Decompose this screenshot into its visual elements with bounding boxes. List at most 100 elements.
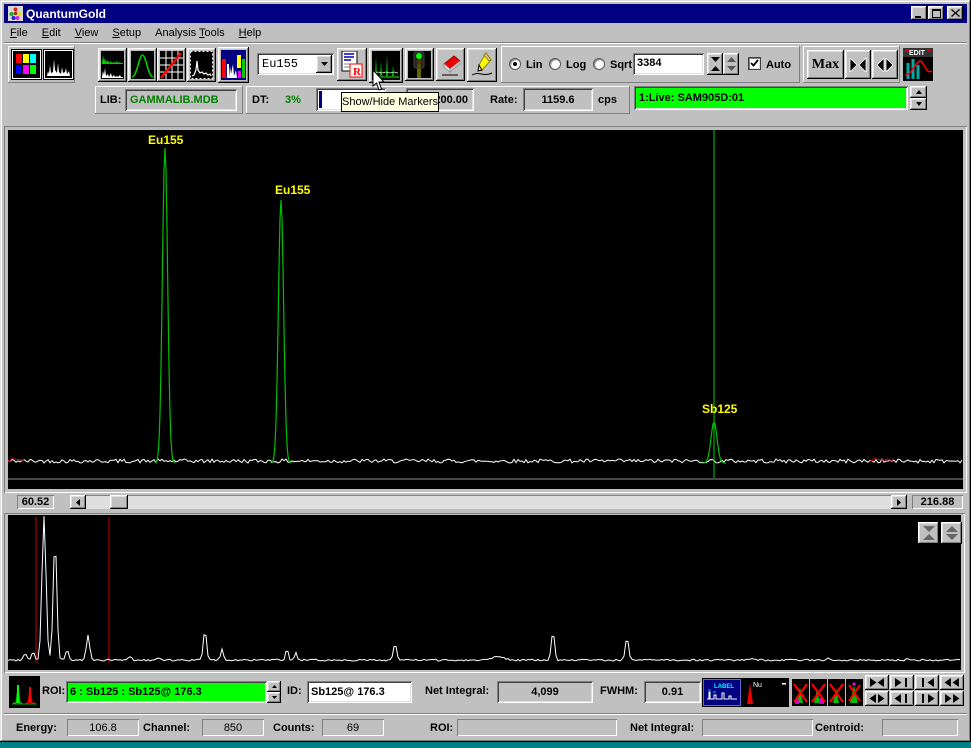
compare-spectra-button[interactable] xyxy=(98,48,127,82)
menu-file[interactable]: File xyxy=(4,25,36,41)
lin-radio[interactable] xyxy=(509,58,521,70)
acquire-button[interactable] xyxy=(405,48,434,81)
status-label-channel: Channel: xyxy=(143,722,190,734)
roi-select-value: 6 : Sb125 : Sb125@ 176.3 xyxy=(70,686,202,698)
roi-nav-button-6[interactable] xyxy=(915,691,939,706)
svg-text:Sb125: Sb125 xyxy=(702,402,738,416)
roi-nav-button-1[interactable] xyxy=(890,675,914,690)
delete-roi-button-1[interactable] xyxy=(792,679,809,706)
roi-nav-button-5[interactable] xyxy=(890,691,914,706)
max-button[interactable]: Max xyxy=(807,50,844,79)
label-button[interactable]: LABEL xyxy=(703,679,741,706)
mouse-cursor xyxy=(372,70,386,92)
roi-select[interactable]: 6 : Sb125 : Sb125@ 176.3 xyxy=(66,681,267,703)
status-field-channel: 850 xyxy=(202,719,264,736)
dropdown-arrow-button[interactable] xyxy=(316,55,332,73)
nuclide-id-button[interactable]: Nu xyxy=(742,679,764,706)
net-integral-value: 4,099 xyxy=(531,686,559,698)
status-label-netintegral: Net Integral: xyxy=(630,722,694,734)
scroll-left-button[interactable] xyxy=(70,495,86,509)
sample-up-button[interactable] xyxy=(910,86,927,98)
view-button-group xyxy=(8,46,75,83)
lib-label: LIB: xyxy=(100,94,121,106)
nuclide-dropdown-value: Eu155 xyxy=(262,57,298,71)
annotate-button[interactable] xyxy=(467,48,497,82)
maximize-button[interactable] xyxy=(928,6,944,20)
close-button[interactable] xyxy=(947,6,963,20)
id-value: Sb125@ 176.3 xyxy=(311,686,385,698)
roi-nav-button-0[interactable] xyxy=(865,675,889,690)
traffic-light-icon xyxy=(408,51,431,78)
sqrt-label: Sqrt xyxy=(610,59,632,71)
nuclide-dropdown[interactable]: Eu155 xyxy=(257,53,334,75)
sample-field[interactable]: 1:Live: SAM905D:01 xyxy=(634,86,908,110)
eraser-icon xyxy=(439,52,462,77)
title-bar: QuantumGold xyxy=(4,4,967,23)
menu-analysis-tools[interactable]: Analysis Tools xyxy=(149,25,233,41)
menu-setup[interactable]: Setup xyxy=(106,25,149,41)
calibration-button[interactable] xyxy=(157,48,186,82)
delete-roi-icon-1 xyxy=(792,679,809,706)
roi-nav-cluster xyxy=(865,675,964,707)
report-button[interactable]: R xyxy=(337,48,367,81)
zoom-group: Max xyxy=(803,46,900,83)
rate-value: 1159.6 xyxy=(541,94,574,106)
nuclide-library-button[interactable] xyxy=(218,47,249,83)
scroll-thumb[interactable] xyxy=(110,495,128,509)
compress-y-button[interactable] xyxy=(918,522,939,544)
net-integral-field: 4,099 xyxy=(497,681,593,703)
log-radio[interactable] xyxy=(549,58,561,70)
fwhm-value: 0.91 xyxy=(662,686,683,698)
erase-button[interactable] xyxy=(436,48,465,81)
roi-view-button[interactable] xyxy=(10,677,39,707)
blank-display-button[interactable] xyxy=(765,679,788,706)
dt-progress-bar xyxy=(319,91,322,108)
vfs-expand-button[interactable] xyxy=(723,53,739,75)
sqrt-radio[interactable] xyxy=(593,58,605,70)
auto-checkbox[interactable] xyxy=(748,57,761,70)
colors-button[interactable] xyxy=(12,50,41,79)
roi-down-button[interactable] xyxy=(267,692,281,703)
scroll-right-button[interactable] xyxy=(891,495,907,509)
roi-up-button[interactable] xyxy=(267,681,281,692)
status-bar: Energy:106.8Channel:850Counts:69ROI:Net … xyxy=(4,715,967,740)
zoom-out-x-button[interactable] xyxy=(872,50,898,79)
calibration-icon xyxy=(160,51,183,79)
range-left-value: 60.52 xyxy=(22,496,50,508)
vfs-input[interactable]: 3384 xyxy=(633,53,704,75)
expand-y-button[interactable] xyxy=(941,522,962,544)
menu-view[interactable]: View xyxy=(69,25,107,41)
spectrum-view-button[interactable] xyxy=(44,50,73,79)
menu-help[interactable]: Help xyxy=(233,25,270,41)
x-scrollbar[interactable] xyxy=(70,495,907,509)
tooltip: Show/Hide Markers xyxy=(341,92,439,112)
delete-roi-button-4[interactable] xyxy=(846,679,863,706)
id-field[interactable]: Sb125@ 176.3 xyxy=(307,681,412,703)
arrows-inward-icon xyxy=(849,58,867,72)
status-field-netintegral xyxy=(702,719,813,736)
dt-value: 3% xyxy=(285,94,301,106)
compare-spectra-icon xyxy=(101,51,124,79)
vfs-fit-button[interactable] xyxy=(707,53,723,75)
roi-nav-button-3[interactable] xyxy=(940,675,964,690)
minimize-button[interactable] xyxy=(911,6,927,20)
smooth-button[interactable] xyxy=(187,48,216,82)
sample-down-button[interactable] xyxy=(910,98,927,110)
roi-nav-button-4[interactable] xyxy=(865,691,889,706)
desktop-strip xyxy=(0,742,971,748)
zoom-in-x-button[interactable] xyxy=(845,50,871,79)
lib-group: LIB: GAMMALIB.MDB xyxy=(95,86,243,114)
roi-nav-button-2[interactable] xyxy=(915,675,939,690)
roi-spectrum-icon xyxy=(10,677,39,707)
edit-spectrum-button[interactable]: EDIT xyxy=(903,48,933,81)
lower-plot[interactable] xyxy=(8,515,961,670)
check-icon xyxy=(750,59,759,68)
roi-nav-button-7[interactable] xyxy=(940,691,964,706)
menu-edit[interactable]: Edit xyxy=(36,25,69,41)
compress-y-icon xyxy=(923,526,935,540)
main-plot[interactable]: Eu155Eu155Sb125 xyxy=(8,130,963,489)
rate-unit: cps xyxy=(598,94,617,106)
delete-roi-button-2[interactable] xyxy=(810,679,827,706)
peak-fit-button[interactable] xyxy=(128,48,157,82)
delete-roi-button-3[interactable] xyxy=(828,679,845,706)
